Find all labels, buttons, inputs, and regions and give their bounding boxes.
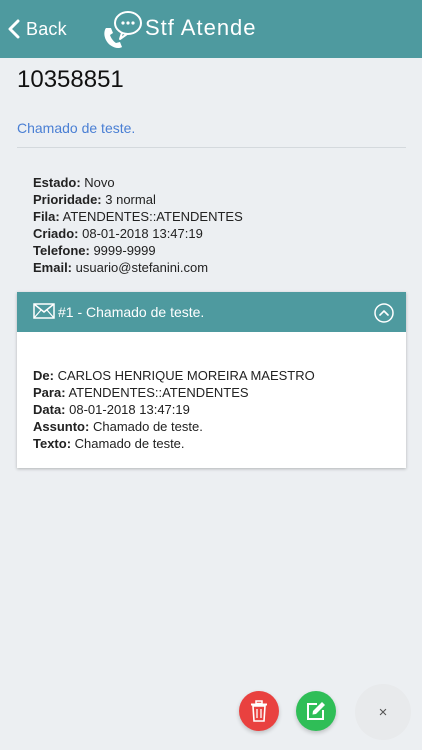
detail-label: Email: [33, 260, 73, 275]
close-button[interactable]: × [355, 684, 411, 740]
chevron-up-circle-icon[interactable] [374, 303, 394, 323]
edit-icon [307, 702, 325, 720]
field-label: Data: [33, 402, 66, 417]
article-field-texto: Texto: Chamado de teste. [33, 435, 315, 452]
field-value: 08-01-2018 13:47:19 [69, 402, 190, 417]
detail-row-estado: Estado: Novo [33, 174, 243, 191]
field-value: Chamado de teste. [92, 419, 203, 434]
chat-phone-logo-icon [100, 8, 144, 55]
envelope-icon [33, 303, 55, 319]
detail-label: Estado: [33, 175, 81, 190]
back-label: Back [26, 18, 67, 39]
field-label: Para: [33, 385, 66, 400]
field-label: Texto: [33, 436, 72, 451]
detail-row-prioridade: Prioridade: 3 normal [33, 191, 243, 208]
detail-label: Criado: [33, 226, 79, 241]
app-title: Stf Atende [145, 15, 257, 40]
article-body: De: CARLOS HENRIQUE MOREIRA MAESTRO Para… [33, 367, 315, 452]
detail-value: usuario@stefanini.com [75, 260, 209, 275]
app-header: Back Stf Atende [0, 0, 422, 58]
detail-label: Prioridade: [33, 192, 102, 207]
edit-button[interactable] [296, 691, 336, 731]
detail-row-email: Email: usuario@stefanini.com [33, 259, 243, 276]
divider [17, 147, 406, 148]
ticket-details: Estado: Novo Prioridade: 3 normal Fila: … [33, 174, 243, 276]
chevron-left-icon [8, 19, 20, 39]
detail-value: 08-01-2018 13:47:19 [82, 226, 203, 241]
detail-label: Telefone: [33, 243, 90, 258]
field-value: ATENDENTES::ATENDENTES [68, 385, 249, 400]
detail-value: 9999-9999 [93, 243, 156, 258]
trash-icon [251, 700, 267, 722]
detail-value: 3 normal [105, 192, 156, 207]
field-label: Assunto: [33, 419, 90, 434]
detail-label: Fila: [33, 209, 60, 224]
article-field-data: Data: 08-01-2018 13:47:19 [33, 401, 315, 418]
ticket-number: 10358851 [17, 66, 124, 93]
delete-button[interactable] [239, 691, 279, 731]
article-card: #1 - Chamado de teste. De: CARLOS HENRIQ… [17, 292, 406, 468]
close-icon: × [378, 703, 388, 721]
ticket-subject: Chamado de teste. [17, 120, 136, 136]
detail-value: ATENDENTES::ATENDENTES [62, 209, 243, 224]
article-field-assunto: Assunto: Chamado de teste. [33, 418, 315, 435]
article-header[interactable]: #1 - Chamado de teste. [17, 292, 406, 332]
field-value: CARLOS HENRIQUE MOREIRA MAESTRO [57, 368, 315, 383]
article-title: #1 - Chamado de teste. [58, 304, 205, 320]
detail-value: Novo [84, 175, 115, 190]
detail-row-telefone: Telefone: 9999-9999 [33, 242, 243, 259]
field-value: Chamado de teste. [74, 436, 185, 451]
detail-row-criado: Criado: 08-01-2018 13:47:19 [33, 225, 243, 242]
detail-row-fila: Fila: ATENDENTES::ATENDENTES [33, 208, 243, 225]
field-label: De: [33, 368, 54, 383]
back-button[interactable]: Back [8, 17, 67, 41]
article-field-para: Para: ATENDENTES::ATENDENTES [33, 384, 315, 401]
article-field-de: De: CARLOS HENRIQUE MOREIRA MAESTRO [33, 367, 315, 384]
